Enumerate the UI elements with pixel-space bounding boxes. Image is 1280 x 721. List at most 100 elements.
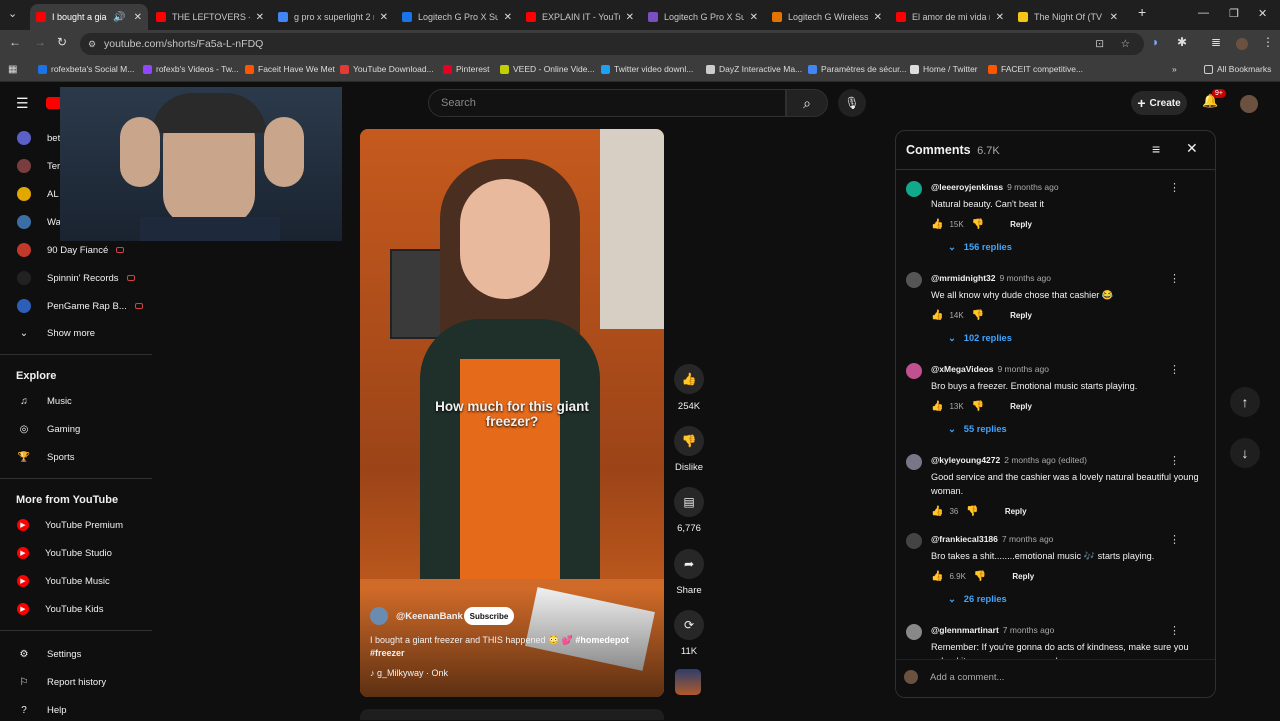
close-window-icon[interactable]: ✕ (1258, 7, 1267, 20)
bookmark-item[interactable]: Paramètres de sécur... (808, 64, 907, 74)
bookmark-item[interactable]: Home / Twitter (910, 64, 978, 74)
reply-button[interactable]: Reply (1010, 311, 1032, 320)
bookmark-item[interactable]: FACEIT competitive... (988, 64, 1083, 74)
comments-button[interactable]: ▤ (674, 487, 704, 517)
apps-grid-icon[interactable]: ▦ (8, 64, 17, 75)
next-short-preview[interactable] (360, 709, 664, 720)
reply-button[interactable]: Reply (1005, 507, 1027, 516)
commenter-avatar[interactable] (906, 363, 922, 379)
sidebar-item-sports[interactable]: 🏆 Sports (0, 446, 152, 468)
dislike-icon[interactable]: 👎 (972, 310, 984, 321)
comment-menu-icon[interactable]: ⋮ (1169, 624, 1180, 637)
bookmark-item[interactable]: DayZ Interactive Ma... (706, 64, 802, 74)
install-icon[interactable]: ⊡ (1095, 38, 1104, 50)
tab-close-icon[interactable]: ✕ (626, 12, 634, 23)
new-tab-button[interactable]: + (1138, 4, 1146, 20)
comment-menu-icon[interactable]: ⋮ (1169, 533, 1180, 546)
tab-close-icon[interactable]: ✕ (874, 12, 882, 23)
bookmark-item[interactable]: YouTube Download... (340, 64, 434, 74)
bookmarks-overflow-icon[interactable]: » (1172, 64, 1177, 74)
sidebar-subscription[interactable]: Spinnin' Records (0, 267, 152, 289)
previous-short-button[interactable]: ↑ (1230, 387, 1260, 417)
tab-close-icon[interactable]: ✕ (1110, 12, 1118, 23)
channel-avatar[interactable] (370, 607, 388, 625)
view-replies-button[interactable]: ⌄ 156 replies (948, 242, 1012, 253)
hashtag-link[interactable]: #homedepot (575, 635, 629, 645)
reply-button[interactable]: Reply (1010, 402, 1032, 411)
sidebar-item-gaming[interactable]: ◎ Gaming (0, 418, 152, 440)
sidebar-item-youtube-app[interactable]: ▶ YouTube Premium (0, 514, 152, 536)
short-video-player[interactable]: How much for this giant freezer? @Keenan… (360, 129, 664, 697)
dislike-icon[interactable]: 👎 (966, 506, 978, 517)
sound-thumbnail[interactable] (675, 669, 701, 695)
sidebar-item-music[interactable]: ♫ Music (0, 390, 152, 412)
sidebar-item-youtube-app[interactable]: ▶ YouTube Kids (0, 598, 152, 620)
bookmark-item[interactable]: rofexb's Videos - Tw... (143, 64, 239, 74)
like-icon[interactable]: 👍 (931, 310, 943, 321)
tab-close-icon[interactable]: ✕ (256, 12, 264, 23)
profile-icon[interactable] (1236, 38, 1248, 50)
tab-search-icon[interactable]: ⌄ (8, 7, 17, 20)
bookmark-item[interactable]: VEED - Online Vide... (500, 64, 595, 74)
sort-icon[interactable]: ≡ (1152, 141, 1160, 157)
bookmark-item[interactable]: Pinterest (443, 64, 490, 74)
commenter-avatar[interactable] (906, 624, 922, 640)
tab-close-icon[interactable]: ✕ (504, 12, 512, 23)
tab-close-icon[interactable]: ✕ (380, 12, 388, 23)
sidebar-item-report-history[interactable]: ⚐ Report history (0, 671, 152, 693)
sidebar-item-help[interactable]: ? Help (0, 699, 152, 721)
comment-menu-icon[interactable]: ⋮ (1169, 272, 1180, 285)
commenter-avatar[interactable] (906, 181, 922, 197)
view-replies-button[interactable]: ⌄ 102 replies (948, 333, 1012, 344)
bookmark-star-icon[interactable]: ☆ (1121, 38, 1130, 50)
sound-link[interactable]: ♪ g_Milkyway · Onk (370, 668, 448, 678)
like-icon[interactable]: 👍 (931, 506, 943, 517)
browser-tab[interactable]: Logitech G Pro X Sup ✕ (642, 4, 764, 30)
hamburger-menu-icon[interactable]: ☰ (16, 95, 29, 112)
browser-tab[interactable]: El amor de mi vida m ✕ (890, 4, 1010, 30)
voice-search-button[interactable]: 🎙 (838, 89, 866, 117)
browser-tab[interactable]: Logitech G Pro X Sup ✕ (396, 4, 518, 30)
address-bar[interactable]: ⚙ youtube.com/shorts/Fa5a-L-nFDQ ⊡ ☆ (80, 33, 1144, 55)
dislike-icon[interactable]: 👎 (972, 219, 984, 230)
puzzle-icon[interactable]: ✱ (1177, 35, 1187, 49)
all-bookmarks[interactable]: All Bookmarks (1204, 64, 1271, 74)
commenter-avatar[interactable] (906, 454, 922, 470)
forward-icon[interactable]: → (34, 35, 46, 49)
like-icon[interactable]: 👍 (931, 571, 943, 582)
search-input[interactable]: Search (428, 89, 786, 117)
channel-name[interactable]: @KeenanBank (396, 611, 463, 622)
sidebar-subscription[interactable]: PenGame Rap B... (0, 295, 152, 317)
next-short-button[interactable]: ↓ (1230, 438, 1260, 468)
bookmark-item[interactable]: Faceit Have We Met (245, 64, 335, 74)
maximize-icon[interactable]: ❐ (1229, 7, 1239, 20)
share-button[interactable]: ➦ (674, 549, 704, 579)
comment-menu-icon[interactable]: ⋮ (1169, 181, 1180, 194)
like-icon[interactable]: 👍 (931, 219, 943, 230)
view-replies-button[interactable]: ⌄ 55 replies (948, 424, 1007, 435)
minimize-icon[interactable]: — (1198, 7, 1209, 19)
browser-tab[interactable]: EXPLAIN IT - YouTub ✕ (520, 4, 640, 30)
browser-tab[interactable]: The Night Of (TV Min ✕ (1012, 4, 1124, 30)
add-comment-input[interactable]: Add a comment... (904, 667, 1204, 687)
dislike-button[interactable]: 👎 (674, 426, 704, 456)
site-info-icon[interactable]: ⚙ (88, 39, 96, 50)
browser-tab[interactable]: Logitech G Wireless ✕ (766, 4, 888, 30)
commenter-avatar[interactable] (906, 272, 922, 288)
dislike-icon[interactable]: 👎 (972, 401, 984, 412)
browser-tab[interactable]: THE LEFTOVERS - Se ✕ (150, 4, 270, 30)
comment-menu-icon[interactable]: ⋮ (1169, 363, 1180, 376)
speaker-icon[interactable]: 🔊 (113, 12, 125, 23)
show-more-button[interactable]: ⌄ Show more (0, 322, 152, 344)
menu-dots-icon[interactable]: ⋮ (1262, 35, 1274, 49)
create-button[interactable]: + Create (1131, 91, 1187, 115)
commenter-avatar[interactable] (906, 533, 922, 549)
sidebar-item-settings[interactable]: ⚙ Settings (0, 643, 152, 665)
browser-tab[interactable]: g pro x superlight 2 m ✕ (272, 4, 394, 30)
remix-button[interactable]: ⟳ (674, 610, 704, 640)
media-icon[interactable]: ≣ (1211, 35, 1221, 49)
like-button[interactable]: 👍 (674, 364, 704, 394)
tab-close-icon[interactable]: ✕ (996, 12, 1004, 23)
tab-close-icon[interactable]: ✕ (750, 12, 758, 23)
close-icon[interactable]: ✕ (1186, 140, 1198, 157)
